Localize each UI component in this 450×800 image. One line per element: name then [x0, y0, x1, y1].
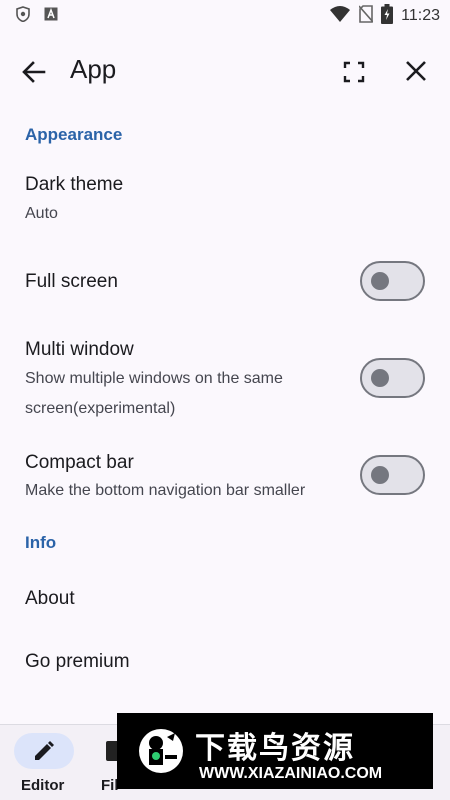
section-header-info: Info: [25, 533, 57, 552]
nav-editor-label[interactable]: Editor: [21, 777, 64, 794]
close-button[interactable]: [403, 58, 429, 84]
dark-theme-title: Dark theme: [25, 174, 124, 195]
status-bar: 11:23: [0, 0, 450, 32]
dark-theme-value: Auto: [25, 205, 58, 222]
full-screen-toggle[interactable]: [360, 261, 425, 301]
battery-icon: [381, 3, 394, 29]
fullscreen-button[interactable]: [342, 60, 366, 84]
toggle-thumb: [371, 466, 389, 484]
multi-window-subtitle-line1: Show multiple windows on the same: [25, 370, 283, 387]
nav-files-label[interactable]: Fil: [101, 777, 119, 794]
app-notification-icon: [44, 7, 58, 26]
compact-bar-title: Compact bar: [25, 452, 134, 473]
section-header-appearance: Appearance: [25, 125, 123, 144]
nav-editor-button[interactable]: [14, 733, 74, 769]
compact-bar-toggle[interactable]: [360, 455, 425, 495]
pencil-icon: [35, 741, 54, 760]
about-item[interactable]: About: [25, 588, 75, 610]
go-premium-item[interactable]: Go premium: [25, 651, 130, 673]
top-app-bar: App: [0, 40, 450, 104]
watermark-title: 下载鸟资源: [195, 732, 355, 765]
watermark-url: WWW.XIAZAINIAO.COM: [199, 765, 383, 782]
arrow-left-icon: [22, 61, 46, 83]
back-button[interactable]: [20, 58, 48, 86]
watermark-banner: 下载鸟资源 WWW.XIAZAINIAO.COM: [117, 713, 433, 789]
compact-bar-subtitle: Make the bottom navigation bar smaller: [25, 482, 306, 499]
bird-logo-icon: [139, 729, 183, 773]
no-sim-icon: [358, 4, 374, 28]
toggle-thumb: [371, 272, 389, 290]
status-time: 11:23: [401, 7, 440, 24]
multi-window-subtitle-line2: screen(experimental): [25, 400, 176, 417]
toggle-thumb: [371, 369, 389, 387]
page-title: App: [70, 54, 117, 84]
shield-icon: [16, 5, 30, 27]
wifi-icon: [329, 5, 351, 28]
full-screen-title: Full screen: [25, 271, 118, 292]
close-icon: [406, 61, 426, 81]
multi-window-toggle[interactable]: [360, 358, 425, 398]
fullscreen-icon: [343, 61, 365, 83]
multi-window-title: Multi window: [25, 339, 134, 360]
